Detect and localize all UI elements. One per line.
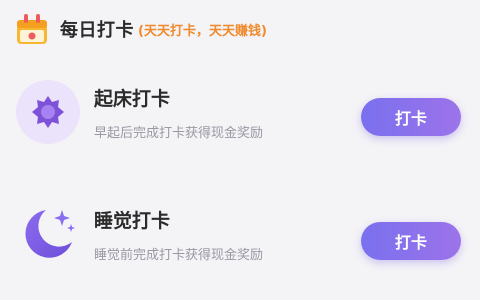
task-title: 起床打卡 bbox=[94, 88, 171, 110]
checkin-button[interactable]: 打卡 bbox=[361, 98, 461, 136]
checkin-button[interactable]: 打卡 bbox=[361, 222, 461, 260]
task-card-sleep: 睡觉打卡 睡觉前完成打卡获得现金奖励 打卡 bbox=[0, 184, 480, 296]
moon-stars-icon bbox=[16, 202, 80, 266]
task-title: 睡觉打卡 bbox=[94, 210, 171, 232]
sun-icon bbox=[16, 80, 80, 144]
task-card-wakeup: 起床打卡 早起后完成打卡获得现金奖励 打卡 bbox=[0, 62, 480, 174]
task-description: 睡觉前完成打卡获得现金奖励 bbox=[94, 248, 264, 263]
page-subtitle: (天天打卡，天天赚钱) bbox=[138, 23, 267, 39]
calendar-gift-icon bbox=[14, 12, 50, 46]
task-description: 早起后完成打卡获得现金奖励 bbox=[94, 126, 264, 141]
page-title: 每日打卡 bbox=[60, 20, 134, 41]
checkin-header: 每日打卡 (天天打卡，天天赚钱) bbox=[14, 12, 267, 46]
